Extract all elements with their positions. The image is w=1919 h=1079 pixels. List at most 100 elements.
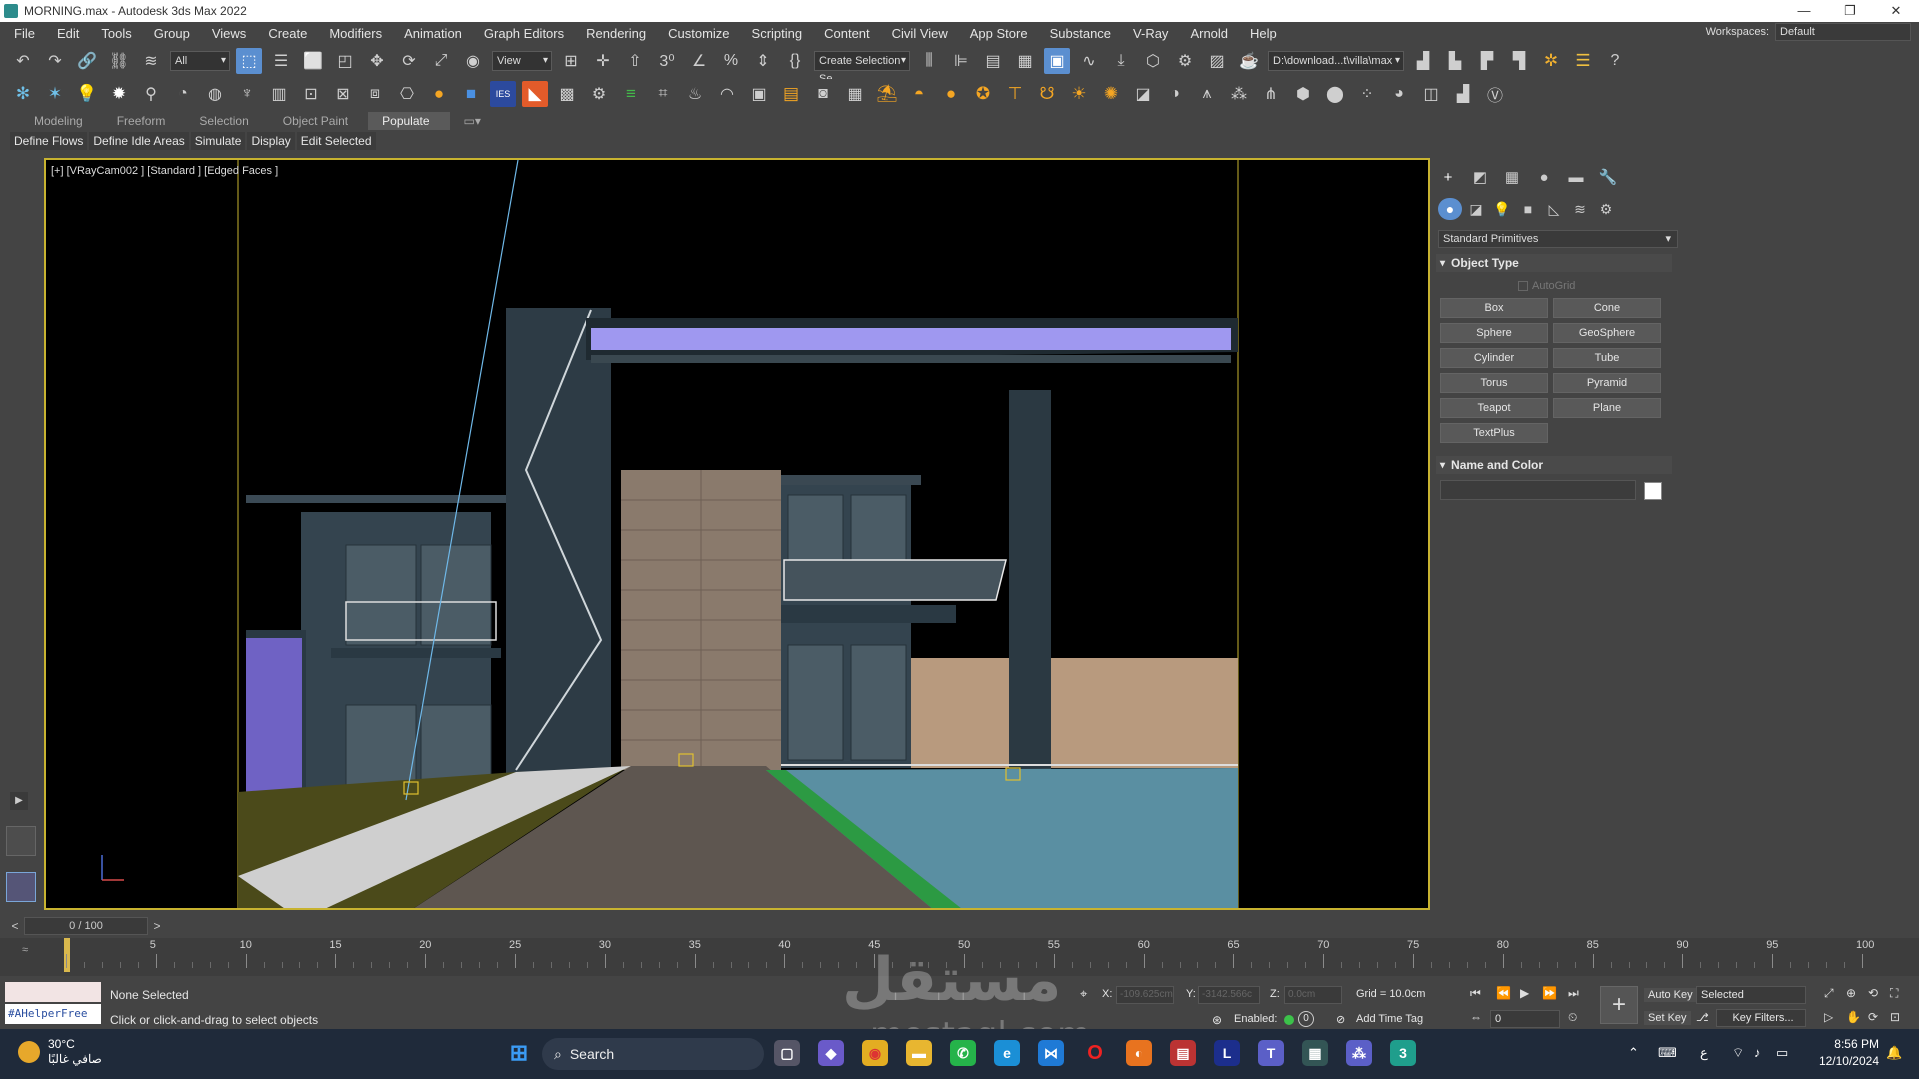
cylinder-button[interactable]: Cylinder xyxy=(1440,348,1548,368)
menu-views[interactable]: Views xyxy=(204,26,260,41)
undo-icon[interactable]: ↶ xyxy=(10,48,36,74)
3dsmax-taskbar-icon[interactable]: 3 xyxy=(1390,1040,1416,1066)
bar-chart-icon[interactable]: ▟ xyxy=(1450,81,1476,107)
tab-modeling[interactable]: Modeling xyxy=(20,112,103,130)
checker-icon[interactable]: ▩ xyxy=(554,81,580,107)
wifi-icon[interactable]: ⌔ xyxy=(1732,1045,1744,1061)
isolate-icon[interactable]: ⊛ xyxy=(1212,1013,1222,1027)
sphere-icon[interactable]: ◑ xyxy=(1162,81,1188,107)
object-type-header[interactable]: Object Type xyxy=(1436,254,1672,272)
teapot-button[interactable]: Teapot xyxy=(1440,398,1548,418)
minimize-icon[interactable]: — xyxy=(1781,0,1827,22)
vray-sun-icon[interactable]: ✹ xyxy=(106,81,132,107)
stack-icon[interactable]: ◫ xyxy=(1418,81,1444,107)
spark-icon[interactable]: ✺ xyxy=(1098,81,1124,107)
menu-vray[interactable]: V-Ray xyxy=(1125,26,1182,41)
project-path-dropdown[interactable]: D:\download...t\villa\max xyxy=(1268,51,1404,71)
store-icon[interactable]: ▦ xyxy=(1302,1040,1328,1066)
angle-snap-icon[interactable]: ∠ xyxy=(686,48,712,74)
ref-coord-dropdown[interactable]: View xyxy=(492,51,552,71)
app-icon[interactable]: ▤ xyxy=(1170,1040,1196,1066)
ies-icon[interactable]: IES xyxy=(490,81,516,107)
autogrid-checkbox[interactable]: AutoGrid xyxy=(1518,280,1575,292)
absolute-mode-icon[interactable]: ⌖ xyxy=(1080,986,1087,1002)
help-icon[interactable]: ? xyxy=(1602,48,1628,74)
menu-arnold[interactable]: Arnold xyxy=(1182,26,1242,41)
vray-logo-icon[interactable]: Ⓥ xyxy=(1482,81,1508,107)
auto-key-button[interactable]: Auto Key xyxy=(1644,988,1697,1002)
y-coordinate-field[interactable]: -3142.566c xyxy=(1198,986,1260,1004)
multi-ball-icon[interactable]: ⁘ xyxy=(1354,81,1380,107)
pyramid-button[interactable]: Pyramid xyxy=(1553,373,1661,393)
workspaces-dropdown[interactable]: Default xyxy=(1775,23,1911,41)
key-mode-dropdown[interactable]: Selected xyxy=(1696,986,1806,1004)
select-by-name-icon[interactable]: ☰ xyxy=(268,48,294,74)
taskbar-search[interactable]: ⌕ Search xyxy=(542,1038,764,1070)
pan-icon[interactable]: ✋ xyxy=(1846,1010,1861,1024)
scene-explorer-icon[interactable]: ▤ xyxy=(980,48,1006,74)
layers-icon[interactable]: ≡ xyxy=(618,81,644,107)
modify-tab-icon[interactable]: ◩ xyxy=(1468,166,1492,188)
viewport-label[interactable]: [+] [VRayCam002 ] [Standard ] [Edged Fac… xyxy=(51,165,278,177)
torus-button[interactable]: Torus xyxy=(1440,373,1548,393)
window-crossing-icon[interactable]: ◰ xyxy=(332,48,358,74)
time-slider[interactable]: 0 / 100 xyxy=(24,917,148,935)
menu-rendering[interactable]: Rendering xyxy=(578,26,660,41)
teams-icon[interactable]: T xyxy=(1258,1040,1284,1066)
cube-icon[interactable]: ◪ xyxy=(1130,81,1156,107)
tab-selection[interactable]: Selection xyxy=(185,112,268,130)
set-key-plus-icon[interactable]: + xyxy=(1600,986,1638,1024)
edit-selected-button[interactable]: Edit Selected xyxy=(296,132,376,150)
next-frame-icon[interactable]: ⏩ xyxy=(1542,986,1557,1000)
zoom-extents-icon[interactable]: ⛶ xyxy=(1890,986,1898,1001)
expand-arrow-icon[interactable]: ▶ xyxy=(10,792,28,810)
sphere-light-icon[interactable]: ● xyxy=(938,81,964,107)
geometry-icon[interactable]: ● xyxy=(1438,198,1462,220)
camera-viewport[interactable]: [+] [VRayCam002 ] [Standard ] [Edged Fac… xyxy=(44,158,1430,910)
vdb-icon[interactable]: ⬢ xyxy=(1290,81,1316,107)
teapot-icon[interactable]: ♨ xyxy=(682,81,708,107)
menu-file[interactable]: File xyxy=(6,26,49,41)
keyboard-icon[interactable]: ⌨ xyxy=(1658,1045,1677,1061)
menu-tools[interactable]: Tools xyxy=(93,26,145,41)
sun-icon[interactable]: ☀ xyxy=(1066,81,1092,107)
walkthrough-icon[interactable]: ⟳ xyxy=(1868,1010,1878,1024)
chrome-icon[interactable]: ◉ xyxy=(862,1040,888,1066)
utilities-tab-icon[interactable]: 🔧 xyxy=(1596,166,1620,188)
unlink-icon[interactable]: ⛓ xyxy=(106,48,132,74)
playhead[interactable] xyxy=(64,938,70,972)
zoom-icon[interactable]: ⤢ xyxy=(1824,986,1834,1001)
menu-scripting[interactable]: Scripting xyxy=(744,26,817,41)
corona-render-icon[interactable]: ● xyxy=(426,81,452,107)
select-manipulate-icon[interactable]: ✛ xyxy=(590,48,616,74)
mirror-icon[interactable]: ⫼ xyxy=(916,48,942,74)
vray-render-icon[interactable]: ✶ xyxy=(42,81,68,107)
mini-curve-icon[interactable]: ≈ xyxy=(22,944,28,956)
tube-button[interactable]: Tube xyxy=(1553,348,1661,368)
firefox-icon[interactable]: ◐ xyxy=(1126,1040,1152,1066)
copilot-icon[interactable]: ◆ xyxy=(818,1040,844,1066)
select-object-icon[interactable]: ⬚ xyxy=(236,48,262,74)
tab-object-paint[interactable]: Object Paint xyxy=(269,112,368,130)
vray-proxy-icon[interactable]: ▥ xyxy=(266,81,292,107)
edge-icon[interactable]: e xyxy=(994,1040,1020,1066)
orbit-icon[interactable]: ⟲ xyxy=(1868,986,1878,1000)
vray-fur-icon[interactable]: ♆ xyxy=(234,81,260,107)
menu-edit[interactable]: Edit xyxy=(49,26,93,41)
keyboard-shortcut-icon[interactable]: ⇧ xyxy=(622,48,648,74)
tab-freeform[interactable]: Freeform xyxy=(103,112,186,130)
spacewarps-icon[interactable]: ≋ xyxy=(1568,198,1592,220)
shapes-icon[interactable]: ◪ xyxy=(1464,198,1488,220)
set-project-icon[interactable]: ▛ xyxy=(1474,48,1500,74)
create-tab-icon[interactable]: + xyxy=(1436,166,1460,188)
move-icon[interactable]: ✥ xyxy=(364,48,390,74)
menu-group[interactable]: Group xyxy=(146,26,204,41)
vray-light-icon[interactable]: 💡 xyxy=(74,81,100,107)
menu-app-store[interactable]: App Store xyxy=(962,26,1042,41)
material-ball-icon[interactable]: ◕ xyxy=(1386,81,1412,107)
vray-scene-icon[interactable]: ⎔ xyxy=(394,81,420,107)
maximize-viewport-icon[interactable]: ⊡ xyxy=(1890,1010,1900,1024)
grid-icon[interactable]: ⌗ xyxy=(650,81,676,107)
arnold-icon[interactable]: ✲ xyxy=(1538,48,1564,74)
menu-content[interactable]: Content xyxy=(816,26,884,41)
